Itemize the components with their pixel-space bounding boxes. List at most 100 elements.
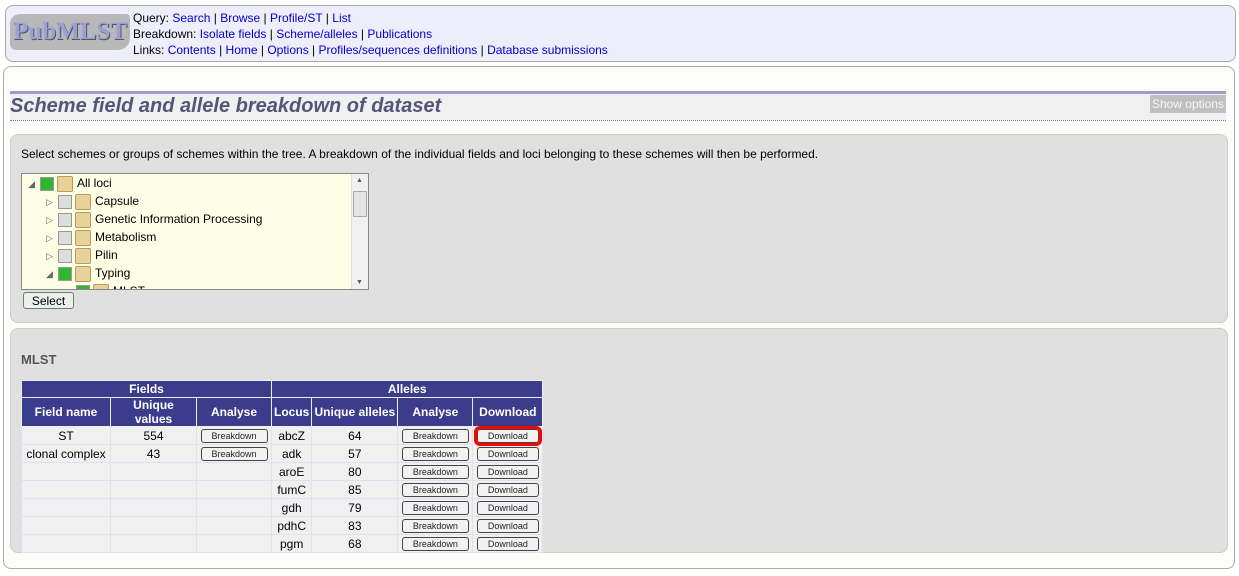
- main-content: Scheme field and allele breakdown of dat…: [3, 66, 1235, 569]
- tree-checkbox[interactable]: [58, 248, 72, 263]
- link-publications[interactable]: Publications: [367, 27, 432, 41]
- tree-node[interactable]: ◢ All loci: [28, 174, 112, 192]
- link-profiles-sequences-definitions[interactable]: Profiles/sequences definitions: [319, 43, 478, 57]
- table-row: pgm 68 Breakdown Download: [21, 534, 544, 553]
- link-options[interactable]: Options: [267, 43, 308, 57]
- tree-checkbox[interactable]: [58, 194, 72, 209]
- locus-analyse-cell: Breakdown: [397, 426, 474, 445]
- tree-node[interactable]: ▷ Metabolism: [46, 228, 156, 246]
- locus-download-button[interactable]: Download: [476, 483, 539, 497]
- locus-analyse-cell: Breakdown: [397, 462, 474, 481]
- locus-download-button[interactable]: Download: [476, 501, 539, 515]
- locus-download-button[interactable]: Download: [476, 447, 539, 461]
- locus-breakdown-button[interactable]: Breakdown: [401, 429, 469, 443]
- scheme-name: MLST: [21, 352, 57, 367]
- link-search[interactable]: Search: [172, 11, 210, 25]
- locus-breakdown-button[interactable]: Breakdown: [401, 501, 469, 515]
- locus-download-button[interactable]: Download: [473, 426, 542, 446]
- scroll-down-icon[interactable]: ▼: [356, 279, 363, 286]
- table-row: ST 554 Breakdown abcZ 64 Breakdown Download: [21, 426, 544, 446]
- locus-analyse-cell: Breakdown: [397, 498, 474, 517]
- collapse-icon[interactable]: ◢: [46, 265, 58, 283]
- unique-alleles: 57: [311, 444, 399, 463]
- field-analyse-cell: [196, 498, 272, 517]
- field-analyse-cell: [196, 534, 272, 553]
- select-button[interactable]: Select: [23, 292, 74, 309]
- scheme-tree[interactable]: ▲ ▼ ◢ All loci ▷ Capsule ▷ Genetic Informatio…: [21, 173, 369, 290]
- collapse-icon[interactable]: ◢: [28, 175, 40, 193]
- expand-icon[interactable]: ▷: [46, 247, 58, 265]
- tree-node-label: Capsule: [95, 194, 140, 208]
- locus-analyse-cell: Breakdown: [397, 534, 474, 553]
- scroll-thumb[interactable]: [353, 191, 367, 217]
- tree-node[interactable]: ◢ Typing: [46, 264, 130, 282]
- locus-analyse-cell: Breakdown: [397, 444, 474, 463]
- folder-icon: [75, 193, 91, 210]
- tree-scrollbar[interactable]: ▲ ▼: [351, 174, 368, 289]
- locus-download-button[interactable]: Download: [476, 465, 539, 479]
- breakdown-label: Breakdown:: [133, 27, 197, 41]
- table-row: pdhC 83 Breakdown Download: [21, 516, 544, 535]
- field-name: [21, 462, 111, 481]
- column-header: Locus: [270, 397, 313, 427]
- scheme-selector-panel: Select schemes or groups of schemes with…: [10, 134, 1228, 323]
- link-profile-st[interactable]: Profile/ST: [270, 11, 322, 25]
- unique-alleles: 68: [311, 534, 399, 553]
- locus-download-button[interactable]: Download: [476, 519, 539, 533]
- locus-download-cell: Download: [472, 516, 544, 535]
- link-home[interactable]: Home: [226, 43, 258, 57]
- link-isolate-fields[interactable]: Isolate fields: [200, 27, 267, 41]
- locus: aroE: [270, 462, 313, 481]
- expand-icon[interactable]: ▷: [46, 193, 58, 211]
- locus-breakdown-button[interactable]: Breakdown: [401, 447, 469, 461]
- tree-node[interactable]: MLST: [64, 282, 145, 289]
- pubmlst-logo[interactable]: PubMLST: [10, 14, 130, 50]
- field-name: [21, 480, 111, 499]
- locus: fumC: [270, 480, 313, 499]
- locus-analyse-cell: Breakdown: [397, 516, 474, 535]
- field-analyse-cell: [196, 480, 272, 499]
- tree-node-label: Typing: [95, 266, 131, 280]
- locus-download-cell: Download: [472, 534, 544, 553]
- column-header: Analyse: [397, 397, 474, 427]
- link-scheme-alleles[interactable]: Scheme/alleles: [276, 27, 357, 41]
- tree-checkbox[interactable]: [58, 266, 72, 281]
- links-links-row: Links: Contents | Home | Options | Profi…: [133, 43, 608, 57]
- locus-download-cell: Download: [472, 480, 544, 499]
- locus-download-button[interactable]: Download: [476, 537, 539, 551]
- link-list[interactable]: List: [332, 11, 351, 25]
- locus-analyse-cell: Breakdown: [397, 480, 474, 499]
- tree-node[interactable]: ▷ Genetic Information Processing: [46, 210, 262, 228]
- link-contents[interactable]: Contents: [168, 43, 216, 57]
- unique-alleles: 85: [311, 480, 399, 499]
- expand-icon[interactable]: ▷: [46, 211, 58, 229]
- locus-breakdown-button[interactable]: Breakdown: [401, 483, 469, 497]
- alleles-group-header: Alleles: [270, 380, 544, 398]
- locus: adk: [270, 444, 313, 463]
- show-options-button[interactable]: Show options: [1149, 95, 1226, 113]
- header-links: Query: Search | Browse | Profile/ST | Li…: [133, 10, 608, 58]
- expand-icon[interactable]: ▷: [46, 229, 58, 247]
- tree-node[interactable]: ▷ Pilin: [46, 246, 118, 264]
- field-unique-values: 554: [110, 426, 197, 445]
- scroll-up-icon[interactable]: ▲: [356, 177, 363, 184]
- locus-download-cell: Download: [472, 498, 544, 517]
- field-analyse-cell: Breakdown: [196, 426, 272, 445]
- link-database-submissions[interactable]: Database submissions: [487, 43, 608, 57]
- fields-group-header: Fields: [21, 380, 272, 398]
- locus-breakdown-button[interactable]: Breakdown: [401, 537, 469, 551]
- tree-checkbox[interactable]: [40, 176, 54, 191]
- links-label: Links:: [133, 43, 165, 57]
- folder-icon: [75, 265, 91, 282]
- tree-checkbox[interactable]: [76, 284, 90, 289]
- link-browse[interactable]: Browse: [220, 11, 260, 25]
- locus-breakdown-button[interactable]: Breakdown: [401, 519, 469, 533]
- tree-node[interactable]: ▷ Capsule: [46, 192, 139, 210]
- tree-checkbox[interactable]: [58, 230, 72, 245]
- field-unique-values: [110, 534, 197, 553]
- locus-breakdown-button[interactable]: Breakdown: [401, 465, 469, 479]
- field-breakdown-button[interactable]: Breakdown: [200, 429, 268, 443]
- tree-checkbox[interactable]: [58, 212, 72, 227]
- query-label: Query:: [133, 11, 170, 25]
- field-breakdown-button[interactable]: Breakdown: [200, 447, 268, 461]
